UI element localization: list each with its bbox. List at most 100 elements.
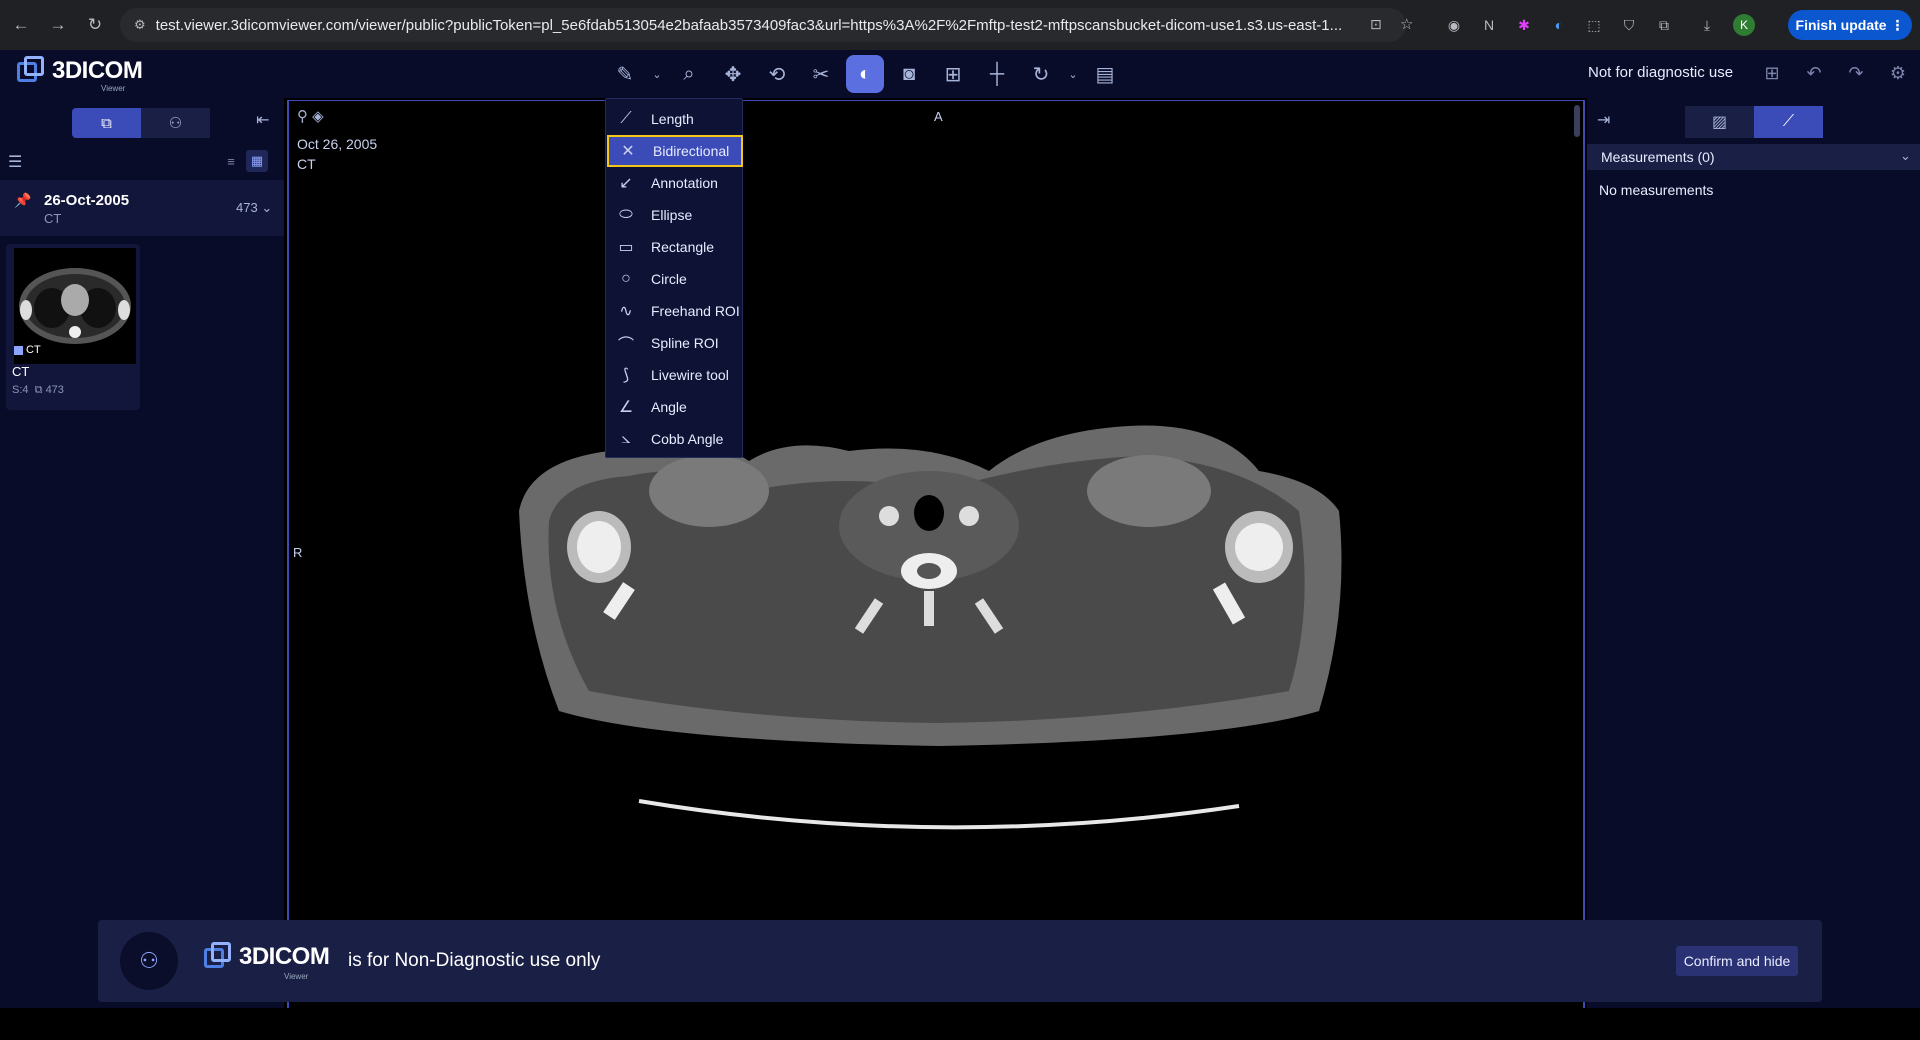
bookmark-star-icon[interactable]: ☆ [1400,15,1413,33]
list-view-icon[interactable]: ≡ [220,150,242,172]
circle-icon: ○ [621,270,631,287]
profile-avatar[interactable]: K [1733,14,1755,36]
menu-item-freehand-roi[interactable]: ∿ Freehand ROI [607,295,743,327]
list-grid-toggle: ≡ ▦ [220,150,268,172]
series-title: CT [12,364,30,379]
main-toolbar: ✎ ⌄ ⌕ ✥ ⟲ ✂ ◐ ◙ ⊞ ┼ ↻ ⌄ ▤ [600,54,1124,94]
capture-icon[interactable]: ◙ [890,55,928,93]
menu-item-label: Spline ROI [651,335,719,351]
reference-icon: ⚲ [297,108,308,125]
menu-item-label: Rectangle [651,239,715,255]
forward-icon[interactable]: → [42,9,74,41]
url-text: test.viewer.3dicomviewer.com/viewer/publ… [155,16,1343,34]
notion-extension-icon[interactable]: N [1480,16,1498,34]
study-modality: CT [44,211,62,226]
menu-item-length[interactable]: ⟋ Length [607,103,743,135]
install-app-icon[interactable]: ⊡ [1370,16,1382,33]
puzzle-extensions-icon[interactable]: ⧉ [1655,16,1673,34]
measurements-tab[interactable]: ⟋ [1754,106,1823,138]
back-icon[interactable]: ← [5,9,37,41]
study-date: 26-Oct-2005 [44,192,130,209]
menu-item-circle[interactable]: ○ Circle [607,263,743,295]
banner-logo-text: 3DICOM [239,943,330,970]
menu-item-label: Bidirectional [653,143,730,159]
menu-item-rectangle[interactable]: ▭ Rectangle [607,231,743,263]
copy-icon: ⧉ [101,114,112,132]
rectangle-icon: ▭ [618,239,634,256]
viewport-overlay-icons[interactable]: ⚲ ◈ [297,107,324,125]
modality-badge: CT [14,344,41,356]
camera-extension-icon[interactable]: ◉ [1445,16,1463,34]
series-view-button[interactable]: ⧉ [72,108,141,138]
grid-layout-icon[interactable]: ⊞ [1755,54,1789,92]
bottom-edge [0,1008,1920,1040]
window-level-icon[interactable]: ◐ [846,55,884,93]
menu-item-annotation[interactable]: ↙ Annotation [607,167,743,199]
collapse-left-icon[interactable]: ⇤ [256,110,269,130]
reload-icon[interactable]: ↻ [79,9,111,41]
series-thumbnail[interactable]: CT CT S:4 ⧉ 473 [6,244,140,410]
segmentation-tab[interactable]: ▨ [1685,106,1754,138]
dicom-tags-icon[interactable]: ▤ [1086,55,1124,93]
site-settings-icon[interactable]: ⚙ [134,17,146,33]
images-icon: ⧉ [34,384,43,396]
app-logo: 3DICOM [15,54,143,88]
menu-item-spline-roi[interactable]: ⌒ Spline ROI [607,327,743,359]
viewport-modality: CT [297,156,316,172]
segmentation-icon: ▨ [1711,114,1728,131]
patient-view-button[interactable]: ⚇ [141,108,210,138]
crosshair-icon[interactable]: ┼ [978,55,1016,93]
confirm-and-hide-button[interactable]: Confirm and hide [1676,946,1798,976]
image-viewport[interactable]: ⚲ ◈ Oct 26, 2005 CT A R [287,100,1585,1010]
finish-update-button[interactable]: Finish update ⋮ [1788,10,1912,40]
chevron-down-icon[interactable]: ⌄ [1900,148,1911,164]
freehand-icon: ∿ [619,303,633,320]
slice-scrollbar[interactable] [1574,105,1580,137]
scissors-icon[interactable]: ✂ [802,55,840,93]
viewport-study-date: Oct 26, 2005 [297,136,378,152]
panel-mode-toggle: ⧉ ⚇ [72,108,210,138]
menu-item-label: Cobb Angle [651,431,724,447]
menu-item-ellipse[interactable]: ⬭ Ellipse [607,199,743,231]
reset-icon[interactable]: ↻ [1022,55,1060,93]
menu-item-bidirectional[interactable]: ✕ Bidirectional [607,135,743,167]
pan-icon[interactable]: ✥ [714,55,752,93]
colorful-extension-icon[interactable]: ✱ [1515,16,1533,34]
screenshot-extension-icon[interactable]: ⬚ [1585,16,1603,34]
pin-icon[interactable]: 📌 [14,192,31,209]
measure-dropdown-chevron-icon[interactable]: ⌄ [650,55,664,93]
reset-dropdown-chevron-icon[interactable]: ⌄ [1066,55,1080,93]
download-icon[interactable]: ⤓ [1698,16,1716,34]
grid-view-icon[interactable]: ▦ [246,150,268,172]
undo-icon[interactable]: ↶ [1797,54,1831,92]
measure-tool-icon[interactable]: ✎ [606,55,644,93]
zoom-icon[interactable]: ⌕ [670,55,708,93]
rotate-3d-icon[interactable]: ⟲ [758,55,796,93]
cube-logo-icon [15,54,47,88]
angle-icon: ∠ [618,399,634,416]
menu-item-label: Freehand ROI [651,303,740,319]
menu-item-angle[interactable]: ∠ Angle [607,391,743,423]
measurements-header[interactable]: Measurements (0) ⌄ [1587,144,1920,170]
shield-extension-icon[interactable]: ⛉ [1620,16,1638,34]
collapse-right-icon[interactable]: ⇥ [1597,110,1610,130]
password-extension-icon[interactable]: ◐ [1550,16,1568,34]
menu-item-livewire-tool[interactable]: ⟆ Livewire tool [607,359,743,391]
filter-sliders-icon[interactable]: ☰ [8,152,22,172]
settings-gear-icon[interactable]: ⚙ [1881,54,1915,92]
layout-icon[interactable]: ⊞ [934,55,972,93]
banner-cube-logo-icon [202,940,234,974]
right-side-panel: ⇥ ▨ ⟋ Measurements (0) ⌄ No measurements [1587,98,1920,1008]
bidirectional-icon: ✕ [621,143,635,160]
study-row[interactable]: 📌 26-Oct-2005 CT 473 ⌄ [0,180,284,236]
redo-icon[interactable]: ↷ [1839,54,1873,92]
menu-item-cobb-angle[interactable]: ⦣ Cobb Angle [607,423,743,455]
study-image-count: 473 ⌄ [236,200,273,215]
series-meta: S:4 ⧉ 473 [12,384,64,396]
banner-logo-subtext: Viewer [284,972,309,981]
address-bar[interactable]: ⚙ test.viewer.3dicomviewer.com/viewer/pu… [120,8,1413,42]
logo-text: 3DICOM [52,57,143,84]
browser-toolbar: ← → ↻ ⚙ test.viewer.3dicomviewer.com/vie… [0,0,1920,50]
user-shield-icon: ⚇ [120,932,178,990]
arrow-annotate-icon: ↙ [619,175,633,192]
